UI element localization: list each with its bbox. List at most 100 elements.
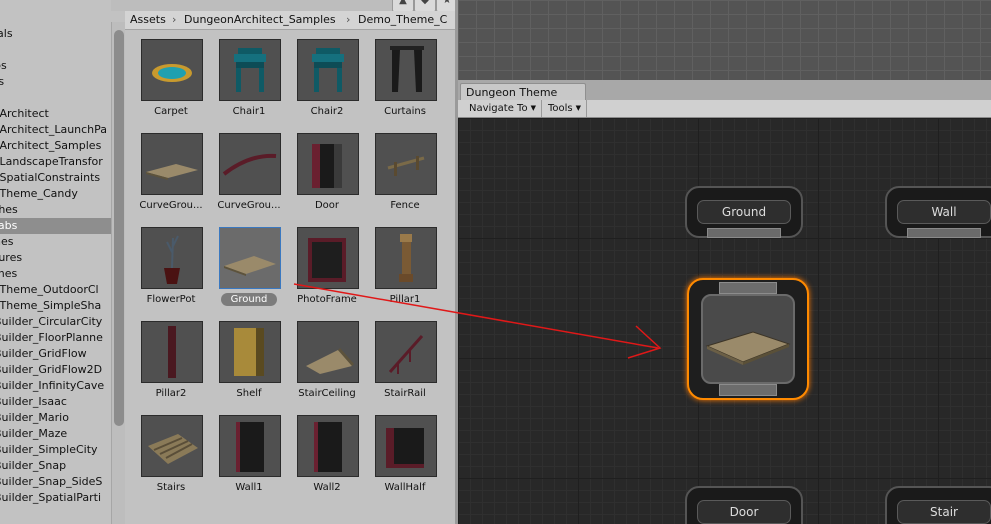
tree-item[interactable]: Builder_GridFlow2D	[0, 362, 111, 378]
shelf-icon[interactable]	[219, 321, 281, 383]
mesh-node-input-port[interactable]	[719, 282, 777, 294]
asset-item[interactable]: Door	[281, 124, 359, 216]
tree-item[interactable]: _Theme_SimpleSha	[0, 298, 111, 314]
tree-item[interactable]: Builder_Snap_SideS	[0, 474, 111, 490]
scene-view[interactable]	[458, 0, 991, 80]
breadcrumb-item-samples[interactable]: DungeonArchitect_Samples	[184, 11, 336, 29]
node-output-port[interactable]	[707, 228, 781, 238]
tools-label: Tools	[548, 103, 573, 114]
wall-icon[interactable]	[297, 415, 359, 477]
asset-item[interactable]: Ground	[203, 218, 281, 310]
node-door[interactable]: Door	[685, 486, 803, 524]
node-stair[interactable]: Stair	[885, 486, 991, 524]
asset-item[interactable]: Carpet	[125, 30, 203, 122]
breadcrumb-item-demo-theme[interactable]: Demo_Theme_C	[358, 11, 447, 29]
asset-item[interactable]: WallHalf	[359, 406, 437, 498]
tree-item[interactable]: fabs	[0, 218, 111, 234]
chair-icon[interactable]	[297, 39, 359, 101]
tree-scrollbar[interactable]	[111, 22, 126, 524]
asset-item[interactable]: Wall1	[203, 406, 281, 498]
tree-item[interactable]: Builder_InfinityCave	[0, 378, 111, 394]
tree-item-label: tures	[0, 251, 23, 264]
asset-label-text: Stairs	[156, 482, 186, 493]
node-output-port[interactable]	[907, 228, 981, 238]
asset-item[interactable]: FlowerPot	[125, 218, 203, 310]
curve-ground-icon[interactable]	[141, 133, 203, 195]
flowerpot-icon[interactable]	[141, 227, 203, 289]
tree-item[interactable]: _Theme_OutdoorCl	[0, 282, 111, 298]
tree-item[interactable]: _Architect	[0, 106, 111, 122]
tab-dungeon-theme[interactable]: Dungeon Theme	[460, 83, 586, 100]
tree-item-label: ials	[0, 27, 13, 40]
tree-item-label: mes	[0, 267, 18, 280]
ground-icon[interactable]	[219, 227, 281, 289]
asset-item[interactable]: CurveGrou...	[203, 124, 281, 216]
tree-item[interactable]: Builder_SpatialParti	[0, 490, 111, 506]
tree-item[interactable]	[0, 90, 111, 106]
tree-item[interactable]: Builder_Mario	[0, 410, 111, 426]
tree-item[interactable]: tures	[0, 250, 111, 266]
tree-item[interactable]: _Theme_Candy	[0, 186, 111, 202]
theme-graph-canvas[interactable]: Ground Wall Door Stair	[458, 118, 991, 524]
mesh-node-output-port[interactable]	[719, 384, 777, 396]
tree-item[interactable]: Builder_Maze	[0, 426, 111, 442]
tree-item-label: _Theme_SimpleSha	[0, 299, 102, 312]
asset-item[interactable]: Curtains	[359, 30, 437, 122]
tree-item[interactable]: nes	[0, 234, 111, 250]
tree-item-label: ts	[0, 75, 5, 88]
breadcrumb-item-assets[interactable]: Assets	[130, 11, 166, 29]
tools-dropdown[interactable]: Tools ▼	[542, 100, 587, 117]
asset-item[interactable]: Fence	[359, 124, 437, 216]
tree-item[interactable]: bs	[0, 58, 111, 74]
asset-item[interactable]: Stairs	[125, 406, 203, 498]
breadcrumb: Assets › DungeonArchitect_Samples › Demo…	[125, 11, 455, 30]
tree-item[interactable]: Builder_SimpleCity	[0, 442, 111, 458]
stairs-icon[interactable]	[141, 415, 203, 477]
asset-item[interactable]: CurveGrou...	[125, 124, 203, 216]
tree-item[interactable]: Builder_Snap	[0, 458, 111, 474]
node-ground[interactable]: Ground	[685, 186, 803, 238]
tree-item[interactable]: _Architect_Samples	[0, 138, 111, 154]
pillar-icon[interactable]	[375, 227, 437, 289]
photoframe-icon[interactable]	[297, 227, 359, 289]
fence-icon[interactable]	[375, 133, 437, 195]
asset-label-text: Chair1	[232, 106, 266, 117]
tree-item[interactable]: _LandscapeTransfor	[0, 154, 111, 170]
door-icon[interactable]	[297, 133, 359, 195]
tree-item[interactable]: Builder_FloorPlanne	[0, 330, 111, 346]
tree-item[interactable]: s	[0, 42, 111, 58]
tree-scrollbar-thumb[interactable]	[114, 30, 124, 426]
asset-item[interactable]: Chair2	[281, 30, 359, 122]
tree-item[interactable]: Builder_CircularCity	[0, 314, 111, 330]
asset-item[interactable]: Wall2	[281, 406, 359, 498]
tree-item-label: _Architect_Samples	[0, 139, 102, 152]
asset-item[interactable]: Chair1	[203, 30, 281, 122]
asset-item[interactable]: StairCeiling	[281, 312, 359, 404]
tree-item[interactable]: ts	[0, 74, 111, 90]
chair-icon[interactable]	[219, 39, 281, 101]
asset-item[interactable]: Pillar1	[359, 218, 437, 310]
asset-item[interactable]: StairRail	[359, 312, 437, 404]
pillar2-icon[interactable]	[141, 321, 203, 383]
carpet-icon[interactable]	[141, 39, 203, 101]
tree-item[interactable]: mes	[0, 266, 111, 282]
tree-item[interactable]: _SpatialConstraints	[0, 170, 111, 186]
tree-item[interactable]: Builder_Isaac	[0, 394, 111, 410]
asset-item[interactable]: Pillar2	[125, 312, 203, 404]
tree-item[interactable]: ials	[0, 26, 111, 42]
tree-item[interactable]: _Architect_LaunchPa	[0, 122, 111, 138]
stair-ceiling-icon[interactable]	[297, 321, 359, 383]
wall-half-icon[interactable]	[375, 415, 437, 477]
curve-rail-icon[interactable]	[219, 133, 281, 195]
stair-rail-icon[interactable]	[375, 321, 437, 383]
wall-icon[interactable]	[219, 415, 281, 477]
curtains-icon[interactable]	[375, 39, 437, 101]
tree-item[interactable]: thes	[0, 202, 111, 218]
mesh-node-selected[interactable]	[687, 278, 809, 400]
asset-item[interactable]: PhotoFrame	[281, 218, 359, 310]
tree-item[interactable]: Builder_GridFlow	[0, 346, 111, 362]
asset-label-text: Fence	[390, 200, 420, 211]
navigate-to-dropdown[interactable]: Navigate To ▼	[463, 100, 542, 117]
asset-item[interactable]: Shelf	[203, 312, 281, 404]
node-wall[interactable]: Wall	[885, 186, 991, 238]
